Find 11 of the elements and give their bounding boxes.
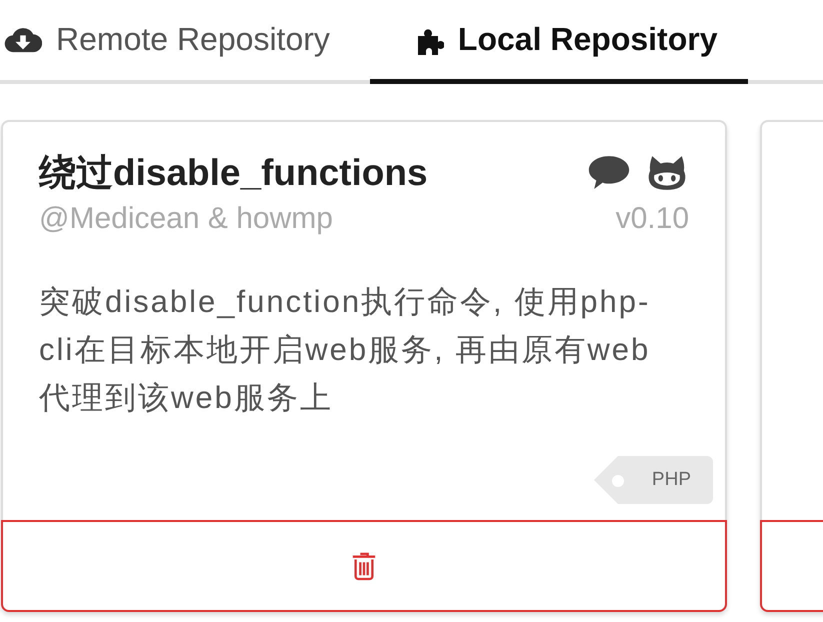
plugin-description: 突破disable_function执行命令, 使用php-cli在目标本地开启web服务, 再由原有web代理到该web服务上 bbox=[39, 283, 652, 417]
comment-icon[interactable] bbox=[587, 154, 631, 190]
delete-button[interactable] bbox=[1, 520, 727, 612]
plugin-author: @Medicean & howmp bbox=[39, 202, 333, 237]
trash-icon bbox=[351, 551, 377, 581]
cloud-download-icon bbox=[4, 26, 42, 54]
tab[interactable]: Local Repository bbox=[370, 0, 748, 84]
language-tag: PHP bbox=[594, 456, 713, 504]
tab[interactable]: Remote Repository bbox=[0, 0, 340, 84]
plugin-title: 绕过disable_functions bbox=[39, 151, 428, 195]
plugin-version: v0.10 bbox=[616, 202, 689, 237]
